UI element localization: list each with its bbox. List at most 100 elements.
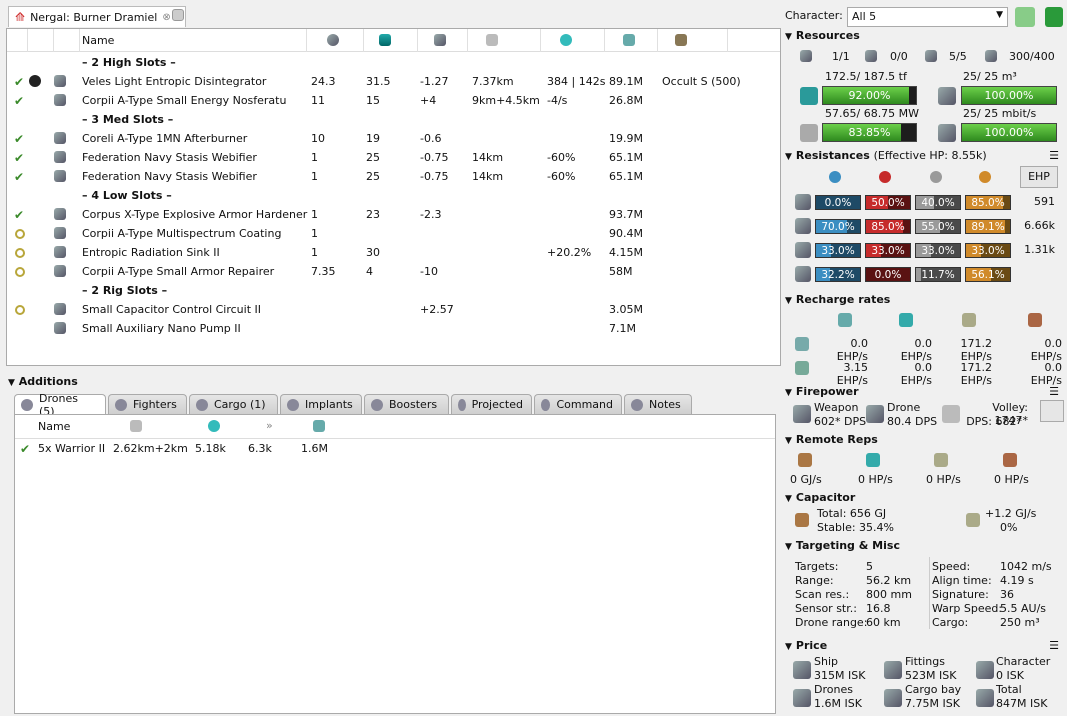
nosferatu-icon <box>54 94 66 106</box>
module-attr-3: -0.75 <box>420 151 449 164</box>
additions-header[interactable]: ▼ Additions <box>8 375 78 388</box>
active-check-icon[interactable]: ✔ <box>20 442 30 456</box>
module-name: Corpus X-Type Explosive Armor Hardener <box>82 208 308 221</box>
capacitor-delta: +1.2 GJ/s <box>985 507 1037 520</box>
powergrid-column-icon[interactable] <box>379 34 391 46</box>
price-value: 1.6M ISK <box>814 697 862 710</box>
refresh-icon[interactable] <box>1015 7 1035 27</box>
book-icon[interactable] <box>1045 7 1063 27</box>
remote-reps-title: Remote Reps <box>795 433 878 446</box>
remote-cap-value: 0 GJ/s <box>790 473 822 486</box>
offline-state-icon[interactable] <box>15 305 25 315</box>
module-attr-3: +2.57 <box>420 303 454 316</box>
capacitor-column-icon[interactable] <box>434 34 446 46</box>
online-check-icon[interactable]: ✔ <box>14 94 24 108</box>
character-label: Character: <box>785 9 843 22</box>
online-check-icon[interactable]: ✔ <box>14 75 24 89</box>
online-check-icon[interactable]: ✔ <box>14 170 24 184</box>
menu-icon[interactable]: ☰ <box>1049 639 1059 652</box>
targeting-value: 5 <box>866 560 873 573</box>
drone-column-name[interactable]: Name <box>38 420 70 433</box>
firepower-section[interactable]: ▼ Firepower ☰ <box>785 385 1065 398</box>
capacitor-section[interactable]: ▼ Capacitor <box>785 491 1065 504</box>
ship-icon: ⟰ <box>15 10 26 24</box>
fit-tab[interactable]: ⟰ Nergal: Burner Dramiel ⊗ <box>8 6 186 27</box>
weapon-label: Weapon <box>814 401 859 414</box>
tab-command[interactable]: Command <box>534 394 622 414</box>
tab-drones[interactable]: Drones (5) <box>14 392 106 418</box>
module-row[interactable]: ✔ Corpus X-Type Explosive Armor Hardener 1… <box>7 205 780 224</box>
duration-column-icon[interactable] <box>560 34 572 46</box>
ammo-column-icon[interactable] <box>675 34 687 46</box>
module-attr-2: 31.5 <box>366 75 391 88</box>
drone-row[interactable]: ✔ 5x Warrior II 2.62km+2km 5.18k 6.3k 1.… <box>15 439 775 458</box>
module-row[interactable]: Small Auxiliary Nano Pump II 7.1M <box>7 319 780 338</box>
tab-notes[interactable]: Notes <box>624 394 692 414</box>
module-row[interactable]: ✔ Coreli A-Type 1MN Afterburner 10 19 -0.6 19… <box>7 129 780 148</box>
damage-profile-icon <box>795 266 811 282</box>
remote-armor-value: 0 HP/s <box>858 473 893 486</box>
cpu-text: 172.5/ 187.5 tf <box>825 70 907 83</box>
online-check-icon[interactable]: ✔ <box>14 208 24 222</box>
character-select[interactable]: All 5 ▼ <box>847 7 1008 27</box>
thermal-resist-icon <box>879 171 891 183</box>
drone-price-column-icon[interactable] <box>313 420 325 432</box>
targeting-section[interactable]: ▼ Targeting & Misc <box>785 539 1065 552</box>
range-column-icon[interactable] <box>486 34 498 46</box>
armor-layer-icon <box>795 218 811 234</box>
targeting-value: 5.5 AU/s <box>1000 602 1047 615</box>
drone-dps-icon <box>866 405 884 423</box>
online-check-icon[interactable]: ✔ <box>14 132 24 146</box>
resistances-section[interactable]: ▼ Resistances (Effective HP: 8.55k) ☰ <box>785 149 1065 162</box>
module-row[interactable]: Corpii A-Type Small Armor Repairer 7.35 4 -… <box>7 262 780 281</box>
module-row[interactable]: ✔ Federation Navy Stasis Webifier 1 25 -0.75… <box>7 167 780 186</box>
online-check-icon[interactable]: ✔ <box>14 151 24 165</box>
layer-ehp-value: 591 <box>1034 195 1055 208</box>
module-row[interactable]: ✔ Federation Navy Stasis Webifier 1 25 -0.75… <box>7 148 780 167</box>
tab-fighters[interactable]: Fighters <box>108 394 187 414</box>
tab-projected[interactable]: Projected <box>451 394 532 414</box>
menu-icon[interactable]: ☰ <box>1049 385 1059 398</box>
targeting-value: 60 km <box>866 616 901 629</box>
drone-velocity-column-icon[interactable]: » <box>266 419 273 432</box>
offline-state-icon[interactable] <box>15 248 25 258</box>
cpu-column-icon[interactable] <box>327 34 339 46</box>
heatsink-icon <box>54 246 66 258</box>
close-tab-icon[interactable]: ⊗ <box>162 12 170 23</box>
menu-icon[interactable]: ☰ <box>1049 149 1059 162</box>
module-attr-2: 25 <box>366 170 380 183</box>
module-name: Small Auxiliary Nano Pump II <box>82 322 241 335</box>
ehp-toggle-button[interactable]: EHP <box>1020 166 1058 188</box>
tab-cargo[interactable]: Cargo (1) <box>189 394 278 414</box>
offline-state-icon[interactable] <box>15 229 25 239</box>
capacitor-delta-pct: 0% <box>1000 521 1018 534</box>
column-name-header[interactable]: Name <box>82 34 114 47</box>
new-tab-icon[interactable] <box>172 9 184 21</box>
remote-reps-section[interactable]: ▼ Remote Reps <box>785 433 1065 446</box>
module-row[interactable]: Entropic Radiation Sink II 1 30 +20.2% 4.15M <box>7 243 780 262</box>
webifier-icon <box>54 151 66 163</box>
module-attr-4: 7.37km <box>472 75 514 88</box>
shield-layer-icon <box>795 194 811 210</box>
module-row[interactable]: ✔ Corpii A-Type Small Energy Nosferatu 11 1… <box>7 91 780 110</box>
targeting-label: Drone range: <box>795 616 868 629</box>
recharge-section[interactable]: ▼ Recharge rates <box>785 293 1065 306</box>
module-name: Corpii A-Type Small Armor Repairer <box>82 265 275 278</box>
price-section[interactable]: ▼ Price ☰ <box>785 639 1065 652</box>
tab-boosters[interactable]: Boosters <box>364 394 449 414</box>
resources-section[interactable]: ▼ Resources <box>785 29 1065 42</box>
offline-state-icon[interactable] <box>15 267 25 277</box>
module-row[interactable]: Corpii A-Type Multispectrum Coating 1 90.4… <box>7 224 780 243</box>
character-row: Character: All 5 ▼ <box>785 7 1065 27</box>
drone-speed-column-icon[interactable] <box>208 420 220 432</box>
fitting-grid: Name – 2 High Slots – ✔ Veles Light Entrop… <box>6 28 781 366</box>
price-label: Cargo bay <box>905 683 962 696</box>
dps-settings-button[interactable] <box>1040 400 1064 422</box>
module-row[interactable]: Small Capacitor Control Circuit II +2.57 3… <box>7 300 780 319</box>
module-row[interactable]: ✔ Veles Light Entropic Disintegrator 24.3 3… <box>7 72 780 91</box>
remote-hull-value: 0 HP/s <box>926 473 961 486</box>
module-attr-6: 3.05M <box>609 303 643 316</box>
drone-range-column-icon[interactable] <box>130 420 142 432</box>
tab-implants[interactable]: Implants <box>280 394 362 414</box>
price-column-icon[interactable] <box>623 34 635 46</box>
